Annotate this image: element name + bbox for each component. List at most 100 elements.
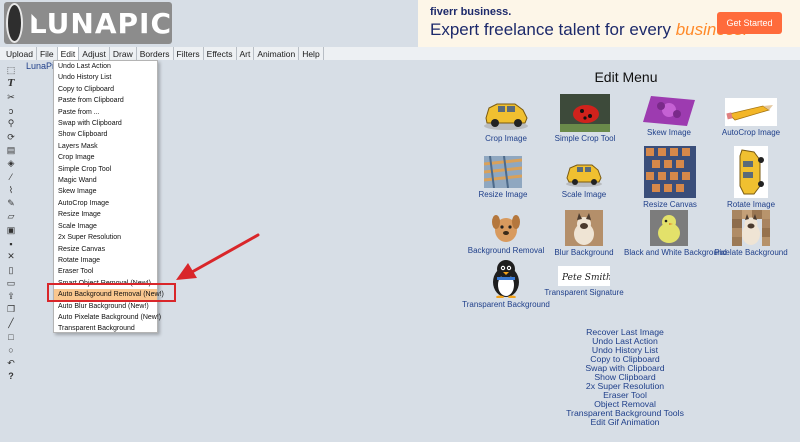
dd-scale-image[interactable]: Scale Image bbox=[54, 221, 157, 232]
menu-effects[interactable]: Effects bbox=[204, 47, 237, 60]
card-label: Blur Background bbox=[554, 248, 614, 257]
dd-copy-to-clipboard[interactable]: Copy to Clipboard bbox=[54, 84, 157, 95]
eyedropper-icon[interactable]: ⁄ bbox=[4, 170, 18, 183]
card-resize-image[interactable]: Resize Image bbox=[458, 156, 548, 199]
print-icon[interactable]: ▭ bbox=[4, 277, 18, 290]
card-background-removal[interactable]: Background Removal bbox=[461, 210, 551, 255]
dd-auto-blur-background[interactable]: Auto Blur Background (New!) bbox=[54, 301, 157, 312]
menu-draw[interactable]: Draw bbox=[110, 47, 137, 60]
dd-transparent-background[interactable]: Transparent Background bbox=[54, 323, 157, 334]
card-label: AutoCrop Image bbox=[721, 128, 781, 137]
taxi-small-thumbnail-icon bbox=[566, 164, 602, 187]
clone-icon[interactable]: ❐ bbox=[4, 303, 18, 316]
scissors-icon[interactable]: ✂ bbox=[4, 91, 18, 104]
menubar: Upload File Edit Adjust Draw Borders Fil… bbox=[0, 47, 800, 60]
menu-art[interactable]: Art bbox=[237, 47, 255, 60]
line-icon[interactable]: ╱ bbox=[4, 317, 18, 330]
canvas-thumbnail-icon bbox=[644, 146, 696, 198]
penguin-thumbnail-icon bbox=[493, 260, 519, 298]
circle-icon[interactable]: ○ bbox=[4, 343, 18, 356]
link-edit-gif-animation[interactable]: Edit Gif Animation bbox=[540, 418, 710, 427]
dd-magic-wand[interactable]: Magic Wand bbox=[54, 175, 157, 186]
pencil-thumbnail-icon bbox=[725, 98, 777, 126]
rotate-icon[interactable]: ⟳ bbox=[4, 130, 18, 143]
pencil-icon[interactable]: ✎ bbox=[4, 197, 18, 210]
card-scale-image[interactable]: Scale Image bbox=[539, 156, 629, 199]
menu-file[interactable]: File bbox=[37, 47, 58, 60]
edit-menu-title: Edit Menu bbox=[594, 69, 658, 85]
save-icon[interactable]: ▪ bbox=[4, 237, 18, 250]
undo-icon[interactable]: ↶ bbox=[4, 357, 18, 370]
lunapic-logo[interactable]: LUNAPIC bbox=[4, 2, 172, 44]
dd-crop-image[interactable]: Crop Image bbox=[54, 152, 157, 163]
image-icon[interactable]: ▣ bbox=[4, 224, 18, 237]
callout-box bbox=[47, 283, 176, 302]
dd-eraser-tool[interactable]: Eraser Tool bbox=[54, 266, 157, 277]
card-label: Simple Crop Tool bbox=[554, 134, 616, 143]
flower-thumbnail-icon bbox=[643, 96, 695, 126]
eraser-icon[interactable]: ▱ bbox=[4, 210, 18, 223]
card-label: Transparent Background bbox=[462, 300, 550, 309]
share-icon[interactable]: ⇪ bbox=[4, 290, 18, 303]
dd-undo-last-action[interactable]: Undo Last Action bbox=[54, 61, 157, 72]
menu-borders[interactable]: Borders bbox=[137, 47, 174, 60]
taxi-thumbnail-icon bbox=[484, 103, 528, 130]
dd-paste-from-clipboard[interactable]: Paste from Clipboard bbox=[54, 95, 157, 106]
ad-brand: fiverr business. bbox=[430, 6, 512, 18]
card-resize-canvas[interactable]: Resize Canvas bbox=[625, 146, 715, 209]
moon-logo-icon bbox=[6, 3, 23, 43]
dd-auto-pixelate-background[interactable]: Auto Pixelate Background (New!) bbox=[54, 312, 161, 323]
dd-rotate-image[interactable]: Rotate Image bbox=[54, 255, 157, 266]
chick-thumbnail-icon bbox=[650, 210, 688, 246]
menu-adjust[interactable]: Adjust bbox=[79, 47, 110, 60]
ad-banner[interactable]: fiverr business. Expert freelance talent… bbox=[418, 0, 800, 47]
card-pixelate-background[interactable]: Pixelate Background bbox=[706, 210, 796, 257]
menu-upload[interactable]: Upload bbox=[3, 47, 37, 60]
text-icon[interactable]: T bbox=[4, 77, 18, 90]
dd-undo-history-list[interactable]: Undo History List bbox=[54, 72, 157, 83]
card-autocrop-image[interactable]: AutoCrop Image bbox=[706, 98, 796, 137]
card-simple-crop-tool[interactable]: Simple Crop Tool bbox=[540, 94, 630, 143]
zoom-icon[interactable]: ⚲ bbox=[4, 117, 18, 130]
dd-2x-super-resolution[interactable]: 2x Super Resolution bbox=[54, 232, 157, 243]
menu-filters[interactable]: Filters bbox=[174, 47, 204, 60]
logo-text: LUNAPIC bbox=[28, 6, 172, 40]
ladybug-thumbnail-icon bbox=[560, 94, 610, 132]
help-icon[interactable]: ? bbox=[4, 370, 18, 383]
card-label: Black and White Background bbox=[624, 248, 727, 257]
signature-text: Pete Smith bbox=[561, 273, 610, 283]
card-label: Scale Image bbox=[561, 190, 607, 199]
card-skew-image[interactable]: Skew Image bbox=[624, 96, 714, 137]
card-blur-background[interactable]: Blur Background bbox=[539, 210, 629, 257]
get-started-button[interactable]: Get Started bbox=[717, 12, 782, 34]
card-label: Resize Canvas bbox=[643, 200, 697, 209]
dd-paste-from[interactable]: Paste from ... bbox=[54, 107, 157, 118]
bucket-icon[interactable]: ◈ bbox=[4, 157, 18, 170]
file-icon[interactable]: ▯ bbox=[4, 263, 18, 276]
card-transparent-background[interactable]: Transparent Background bbox=[461, 258, 551, 309]
dd-skew-image[interactable]: Skew Image bbox=[54, 186, 157, 197]
menu-animation[interactable]: Animation bbox=[254, 47, 300, 60]
card-black-and-white-background[interactable]: Black and White Background bbox=[624, 210, 727, 257]
menu-edit[interactable]: Edit bbox=[57, 47, 80, 60]
dd-autocrop-image[interactable]: AutoCrop Image bbox=[54, 198, 157, 209]
dd-show-clipboard[interactable]: Show Clipboard bbox=[54, 129, 157, 140]
marquee-icon[interactable]: ⬚ bbox=[4, 64, 18, 77]
card-label: Rotate Image bbox=[726, 200, 776, 209]
card-crop-image[interactable]: Crop Image bbox=[461, 88, 551, 143]
brush-icon[interactable]: ⌇ bbox=[4, 184, 18, 197]
crop-icon[interactable]: ▤ bbox=[4, 144, 18, 157]
menu-help[interactable]: Help bbox=[299, 47, 324, 60]
rectangle-icon[interactable]: □ bbox=[4, 330, 18, 343]
dd-resize-image[interactable]: Resize Image bbox=[54, 209, 157, 220]
lasso-icon[interactable]: ↄ bbox=[4, 104, 18, 117]
dd-layers-mask[interactable]: Layers Mask bbox=[54, 141, 157, 152]
card-transparent-signature[interactable]: Pete Smith Transparent Signature bbox=[539, 266, 629, 297]
card-label: Crop Image bbox=[485, 134, 527, 143]
dd-resize-canvas[interactable]: Resize Canvas bbox=[54, 244, 157, 255]
close-icon[interactable]: ✕ bbox=[4, 250, 18, 263]
card-rotate-image[interactable]: Rotate Image bbox=[706, 146, 796, 209]
dd-swap-with-clipboard[interactable]: Swap with Clipboard bbox=[54, 118, 157, 129]
cat-blur-thumbnail-icon bbox=[565, 210, 603, 246]
dd-simple-crop-tool[interactable]: Simple Crop Tool bbox=[54, 164, 157, 175]
